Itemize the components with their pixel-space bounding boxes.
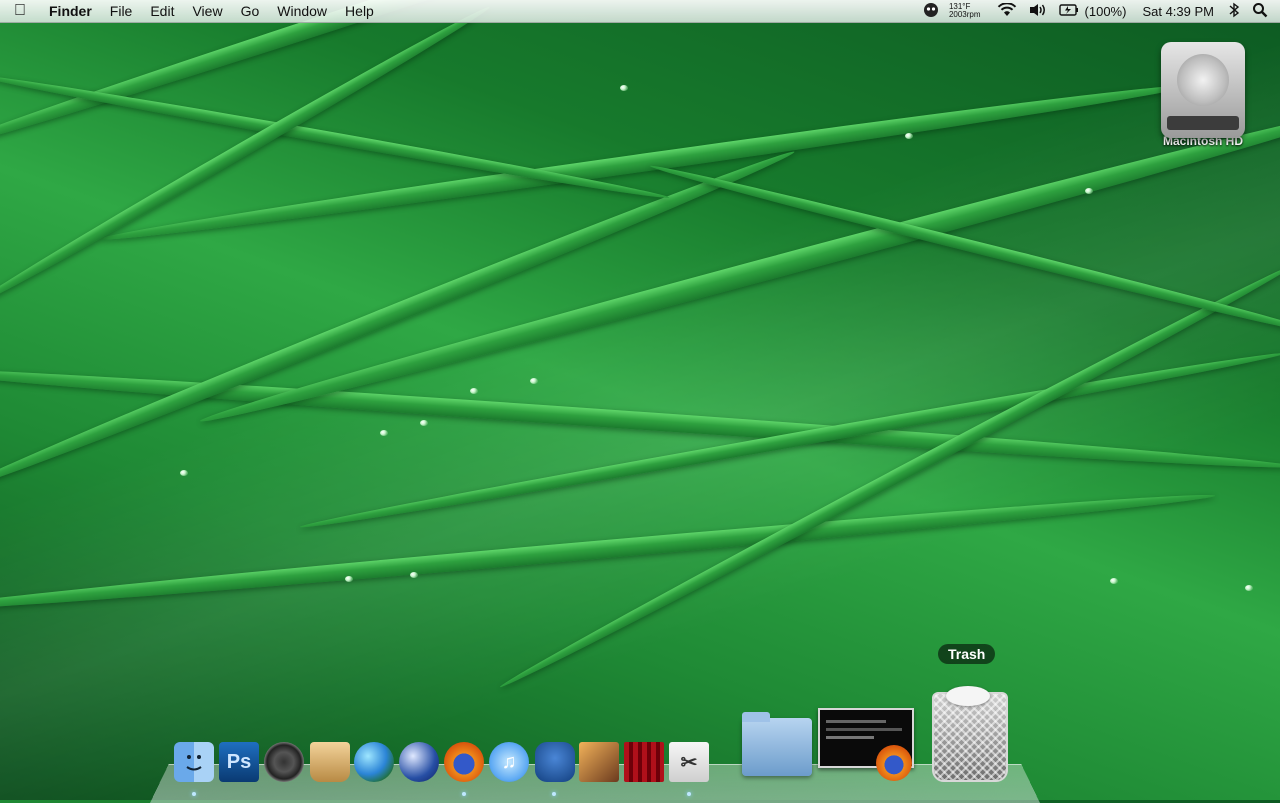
menu-edit[interactable]: Edit	[141, 0, 183, 22]
spotlight-icon[interactable]	[1252, 2, 1268, 21]
desktop-wallpaper	[0, 0, 1280, 800]
fan-speed-value: 2003rpm	[948, 10, 981, 19]
gremlin-icon[interactable]	[923, 2, 939, 21]
camera-lens-icon[interactable]	[264, 742, 304, 782]
running-indicator	[462, 792, 466, 796]
photoshop-icon[interactable]: Ps	[219, 742, 259, 782]
trash-tooltip: Trash	[938, 644, 996, 664]
menu-file[interactable]: File	[101, 0, 142, 22]
bird-icon[interactable]	[535, 742, 575, 782]
menu-help[interactable]: Help	[336, 0, 383, 22]
firefox-icon[interactable]	[444, 742, 484, 782]
menu-window[interactable]: Window	[268, 0, 336, 22]
bucket-icon[interactable]	[310, 742, 350, 782]
firefox-stack-icon[interactable]	[876, 745, 912, 781]
globe-icon[interactable]	[354, 742, 394, 782]
curtain-icon[interactable]	[624, 742, 664, 782]
finder-icon[interactable]	[174, 742, 214, 782]
bluetooth-icon[interactable]	[1228, 2, 1240, 21]
menu-go[interactable]: Go	[232, 0, 269, 22]
trash-icon[interactable]	[926, 682, 1010, 782]
folder-stack-icon[interactable]	[742, 712, 812, 776]
menu-bar-left:  Finder File Edit View Go Window Help	[0, 0, 383, 22]
menu-view[interactable]: View	[183, 0, 231, 22]
battery-icon[interactable]	[1058, 3, 1079, 19]
hard-drive-icon	[1155, 36, 1251, 138]
running-indicator	[687, 792, 691, 796]
battery-percent: (100%)	[1084, 3, 1127, 19]
apple-icon[interactable]: 	[0, 2, 40, 20]
macintosh-hd-desktop-icon[interactable]: Macintosh HD	[1148, 36, 1258, 148]
wifi-icon[interactable]	[997, 1, 1017, 20]
itunes-icon[interactable]: ♫	[489, 742, 529, 782]
running-indicator	[192, 792, 196, 796]
menu-bar:  Finder File Edit View Go Window Help 1…	[0, 0, 1280, 23]
volume-icon[interactable]	[1029, 3, 1047, 20]
clock[interactable]: Sat 4:39 PM	[1134, 4, 1222, 19]
running-indicator	[552, 792, 556, 796]
google-earth-icon[interactable]	[399, 742, 439, 782]
menu-finder[interactable]: Finder	[40, 0, 101, 22]
scissors-icon[interactable]: ✂	[669, 742, 709, 782]
temperature-readout[interactable]: 131°F 2003rpm	[949, 3, 981, 19]
photo-camera-icon[interactable]	[579, 742, 619, 782]
status-bar: 131°F 2003rpm (100%) Sat 4:39 PM	[917, 0, 1280, 22]
